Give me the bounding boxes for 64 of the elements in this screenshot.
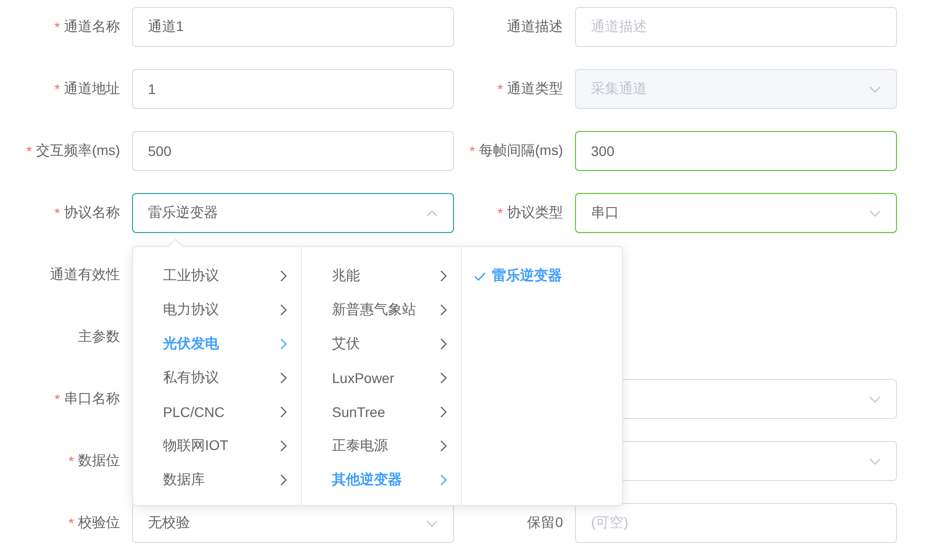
select-field[interactable]: 串口 bbox=[575, 193, 897, 233]
required-asterisk: * bbox=[68, 453, 74, 469]
select-field[interactable]: 雷乐逆变器 bbox=[132, 193, 454, 233]
chevron-right-icon bbox=[440, 440, 447, 452]
chevron-right-icon bbox=[440, 372, 447, 384]
cascader-option[interactable]: 正泰电源 bbox=[302, 429, 461, 463]
chevron-right-icon bbox=[280, 474, 287, 486]
input-field[interactable]: 1 bbox=[132, 69, 454, 109]
field-label: 通道类型 bbox=[507, 80, 563, 98]
field-label: 通道地址 bbox=[64, 80, 120, 98]
chevron-right-icon bbox=[280, 372, 287, 384]
chevron-right-icon bbox=[280, 338, 287, 350]
field-label: 协议类型 bbox=[507, 204, 563, 222]
chevron-right-icon bbox=[440, 474, 447, 486]
chevron-down-icon bbox=[869, 86, 881, 92]
field-label: 通道有效性 bbox=[50, 266, 120, 284]
chevron-right-icon bbox=[280, 406, 287, 418]
chevron-right-icon bbox=[440, 304, 447, 316]
field-label: 每帧间隔(ms) bbox=[479, 142, 563, 160]
cascader-option[interactable]: 新普惠气象站 bbox=[302, 293, 461, 327]
cascader-option[interactable]: 艾伏 bbox=[302, 327, 461, 361]
field-label: 串口名称 bbox=[64, 390, 120, 408]
field-label: 主参数 bbox=[78, 328, 120, 346]
input-field[interactable]: 通道1 bbox=[132, 7, 454, 47]
field-label: 协议名称 bbox=[64, 204, 120, 222]
required-asterisk: * bbox=[68, 515, 74, 531]
chevron-right-icon bbox=[280, 440, 287, 452]
cascader-option[interactable]: 物联网IOT bbox=[133, 429, 301, 463]
chevron-down-icon bbox=[426, 520, 438, 526]
cascader-option[interactable]: PLC/CNC bbox=[133, 395, 301, 429]
field-label: 保留0 bbox=[527, 514, 563, 532]
chevron-right-icon bbox=[440, 338, 447, 350]
required-asterisk: * bbox=[26, 143, 32, 159]
required-asterisk: * bbox=[470, 143, 475, 159]
field-label: 通道描述 bbox=[507, 18, 563, 36]
chevron-right-icon bbox=[280, 270, 287, 282]
cascader-option[interactable]: 私有协议 bbox=[133, 361, 301, 395]
chevron-down-icon bbox=[869, 396, 881, 402]
cascader-option[interactable]: 数据库 bbox=[133, 463, 301, 497]
required-asterisk: * bbox=[54, 391, 60, 407]
cascader-option[interactable]: SunTree bbox=[302, 395, 461, 429]
input-field[interactable]: 300 bbox=[575, 131, 897, 171]
check-icon bbox=[474, 272, 486, 280]
field-label: 通道名称 bbox=[64, 18, 120, 36]
cascader-option[interactable]: 兆能 bbox=[302, 259, 461, 293]
chevron-right-icon bbox=[440, 270, 447, 282]
required-asterisk: * bbox=[54, 205, 60, 221]
select-field[interactable]: 无校验 bbox=[132, 503, 454, 543]
field-label: 校验位 bbox=[78, 514, 120, 532]
cascader-option[interactable]: LuxPower bbox=[302, 361, 461, 395]
chevron-down-icon bbox=[869, 458, 881, 464]
required-asterisk: * bbox=[54, 19, 60, 35]
input-field[interactable]: 500 bbox=[132, 131, 454, 171]
field-label: 交互频率(ms) bbox=[36, 142, 120, 160]
cascader-option[interactable]: 工业协议 bbox=[133, 259, 301, 293]
chevron-right-icon bbox=[440, 406, 447, 418]
field-label: 数据位 bbox=[78, 452, 120, 470]
required-asterisk: * bbox=[498, 205, 503, 221]
chevron-right-icon bbox=[280, 304, 287, 316]
required-asterisk: * bbox=[54, 81, 60, 97]
chevron-down-icon bbox=[869, 210, 881, 216]
required-asterisk: * bbox=[498, 81, 503, 97]
chevron-up-icon bbox=[426, 210, 438, 216]
cascader-option[interactable]: 电力协议 bbox=[133, 293, 301, 327]
